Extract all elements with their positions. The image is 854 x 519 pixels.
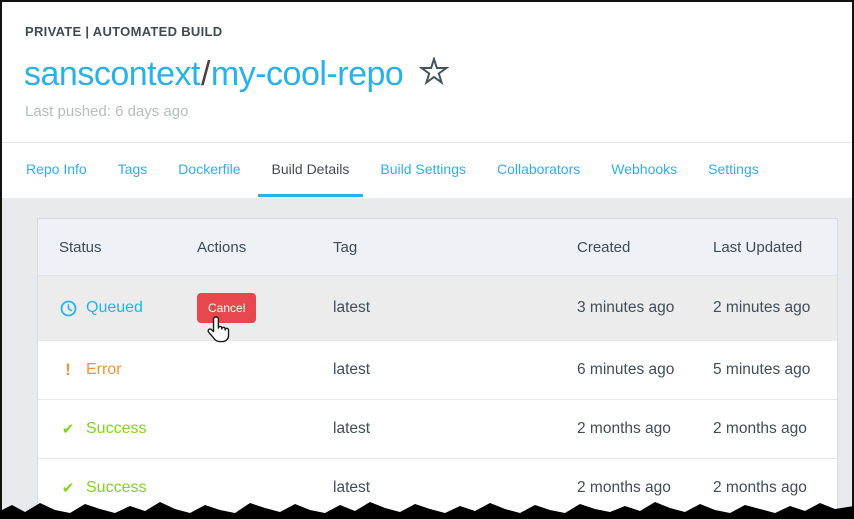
column-header-tag: Tag bbox=[333, 239, 577, 256]
tag-cell: latest bbox=[333, 361, 577, 379]
table-row-success-2[interactable]: ✔ Success latest 2 months ago 2 months a… bbox=[38, 459, 837, 518]
page-title: sanscontext/my-cool-repo bbox=[24, 53, 852, 94]
tab-dockerfile[interactable]: Dockerfile bbox=[164, 143, 254, 197]
table-header-row: Status Actions Tag Created Last Updated bbox=[38, 219, 837, 276]
repo-name-link[interactable]: my-cool-repo bbox=[211, 55, 403, 93]
repo-owner-link[interactable]: sanscontext bbox=[24, 55, 200, 93]
table-row-success-1[interactable]: ✔ Success latest 2 months ago 2 months a… bbox=[38, 400, 837, 459]
status-label: Queued bbox=[86, 299, 143, 317]
repo-visibility-badge: PRIVATE | AUTOMATED BUILD bbox=[25, 2, 852, 39]
status-cell: Queued bbox=[59, 299, 197, 317]
actions-cell: Cancel bbox=[197, 293, 333, 323]
last-updated-cell: 2 minutes ago bbox=[713, 299, 837, 317]
last-updated-cell: 2 months ago bbox=[713, 479, 837, 497]
created-cell: 3 minutes ago bbox=[577, 299, 713, 317]
status-cell: ✔ Success bbox=[59, 420, 197, 438]
error-exclamation-icon: ! bbox=[59, 360, 77, 380]
table-row-error[interactable]: ! Error latest 6 minutes ago 5 minutes a… bbox=[38, 341, 837, 400]
tab-build-settings[interactable]: Build Settings bbox=[366, 143, 480, 197]
created-cell: 2 months ago bbox=[577, 420, 713, 438]
last-updated-cell: 5 minutes ago bbox=[713, 361, 837, 379]
star-outline-icon[interactable] bbox=[419, 56, 449, 94]
repo-tabbar: Repo Info Tags Dockerfile Build Details … bbox=[2, 143, 852, 197]
build-details-panel: Status Actions Tag Created Last Updated … bbox=[2, 198, 852, 519]
tag-cell: latest bbox=[333, 420, 577, 438]
cancel-build-button[interactable]: Cancel bbox=[197, 293, 256, 323]
tab-webhooks[interactable]: Webhooks bbox=[597, 143, 691, 197]
last-pushed-text: Last pushed: 6 days ago bbox=[25, 103, 852, 120]
tab-tags[interactable]: Tags bbox=[104, 143, 162, 197]
status-label: Error bbox=[86, 361, 122, 379]
repo-page: PRIVATE | AUTOMATED BUILD sanscontext/my… bbox=[2, 2, 852, 519]
column-header-actions: Actions bbox=[197, 239, 333, 256]
tab-build-details[interactable]: Build Details bbox=[258, 143, 364, 197]
check-icon: ✔ bbox=[59, 479, 77, 497]
tab-collaborators[interactable]: Collaborators bbox=[483, 143, 594, 197]
column-header-created: Created bbox=[577, 239, 713, 256]
repo-header: PRIVATE | AUTOMATED BUILD sanscontext/my… bbox=[2, 2, 852, 143]
repo-slash: / bbox=[200, 55, 211, 93]
tab-settings[interactable]: Settings bbox=[694, 143, 773, 197]
status-cell: ! Error bbox=[59, 360, 197, 380]
tag-cell: latest bbox=[333, 479, 577, 497]
last-updated-cell: 2 months ago bbox=[713, 420, 837, 438]
column-header-status: Status bbox=[59, 239, 197, 256]
created-cell: 2 months ago bbox=[577, 479, 713, 497]
status-label: Success bbox=[86, 479, 146, 497]
clock-icon bbox=[59, 300, 77, 317]
table-row-queued[interactable]: Queued Cancel latest 3 minutes ago 2 min… bbox=[38, 276, 837, 341]
status-cell: ✔ Success bbox=[59, 479, 197, 497]
tag-cell: latest bbox=[333, 299, 577, 317]
created-cell: 6 minutes ago bbox=[577, 361, 713, 379]
builds-table: Status Actions Tag Created Last Updated … bbox=[37, 218, 838, 519]
tab-repo-info[interactable]: Repo Info bbox=[12, 143, 101, 197]
column-header-last-updated: Last Updated bbox=[713, 239, 837, 256]
status-label: Success bbox=[86, 420, 146, 438]
check-icon: ✔ bbox=[59, 420, 77, 438]
